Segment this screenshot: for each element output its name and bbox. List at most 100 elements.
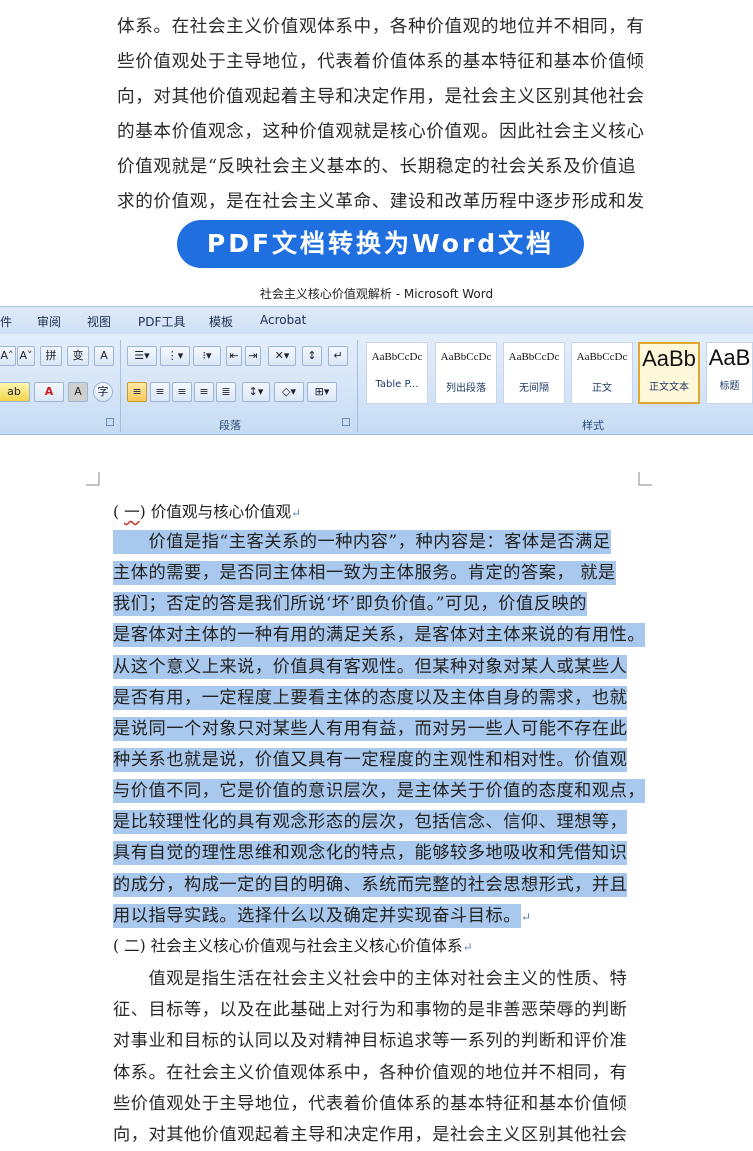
margin-corner-mark [638, 472, 652, 486]
shading-button[interactable]: ◇▾ [274, 382, 304, 402]
tab-acrobat[interactable]: Acrobat [260, 313, 306, 327]
selected-text: 的成分，构成一定的目的明确、系统而完整的社会思想形式，并且 [113, 872, 628, 897]
excerpt-line: 的基本价值观念，这种价值观就是核心价值观。因此社会主义核心 [117, 122, 645, 142]
selected-text: 是说同一个对象只对某些人有用有益，而对另一些人可能不存在此 [113, 716, 628, 741]
excerpt-line: 体系。在社会主义价值观体系中，各种价值观的地位并不相同，有 [117, 17, 645, 37]
style-name: 标题 [719, 381, 740, 392]
style-name: 正文文本 [649, 382, 689, 393]
text-line: 从这个意义上来说，价值具有客观性。但某种对象对某人或某些人 [113, 652, 648, 683]
window-title: 社会主义核心价值观解析 - Microsoft Word [0, 282, 753, 306]
tab-view[interactable]: 视图 [87, 313, 111, 330]
increase-indent-button[interactable]: ⇥ [245, 346, 261, 366]
style-sample: AaB [708, 345, 751, 370]
ribbon-tab-bar: 件 审阅 视图 PDF工具 模板 Acrobat [0, 306, 753, 334]
paragraph-mark-icon: ↵ [520, 909, 532, 924]
selected-text: 与价值不同，它是价值的意识层次，是主体关于价值的态度和观点， [113, 779, 646, 804]
heading-text: ) 价值观与核心价值观 [139, 503, 292, 521]
text-line: 些价值观处于主导地位，代表着价值体系的基本特征和基本价值倾 [113, 1093, 628, 1114]
enclose-characters-button[interactable]: 字 [93, 382, 113, 402]
font-color-button[interactable]: A [34, 382, 64, 402]
heading-text: ( 二) 社会主义核心价值观与社会主义核心价值体系 [113, 937, 463, 955]
excerpt-line: 些价值观处于主导地位，代表着价值体系的基本特征和基本价值倾 [117, 52, 645, 72]
section-heading-1: ( 一) 价值观与核心价值观↵ [113, 500, 301, 522]
text-line: 的成分，构成一定的目的明确、系统而完整的社会思想形式，并且 [113, 870, 648, 901]
style-name: 列出段落 [446, 383, 486, 394]
style-table-paragraph[interactable]: AaBbCcDc Table P... [366, 342, 428, 404]
margin-corner-mark [86, 472, 100, 486]
distributed-button[interactable]: ≣ [216, 382, 236, 402]
selected-text: 种关系也就是说，价值又具有一定程度的主观性和相对性。价值观 [113, 747, 628, 772]
phonetic-guide-button[interactable]: 拼 [40, 346, 62, 366]
text-line: 值观是指生活在社会主义社会中的主体对社会主义的性质、特 [113, 969, 628, 989]
multilevel-list-button[interactable]: ⁝▾ [193, 346, 221, 366]
style-name: 无间隔 [519, 383, 549, 394]
style-no-spacing[interactable]: AaBbCcDc 无间隔 [503, 342, 565, 404]
body-paragraph[interactable]: 值观是指生活在社会主义社会中的主体对社会主义的性质、特 征、目标等，以及在此基础… [113, 964, 648, 1151]
top-document-excerpt: 体系。在社会主义价值观体系中，各种价值观的地位并不相同，有 些价值观处于主导地位… [117, 10, 645, 220]
selected-text: 我们；否定的答是我们所说‘坏’即负价值。”可见，价值反映的 [113, 592, 587, 617]
justify-button[interactable]: ≡ [194, 382, 214, 402]
tab-template[interactable]: 模板 [209, 313, 233, 330]
style-heading[interactable]: AaB 标题 [706, 342, 753, 404]
show-marks-button[interactable]: ↵ [328, 346, 348, 366]
text-line: 是比较理性化的具有观念形态的层次，包括信念、信仰、理想等， [113, 807, 648, 838]
paragraph-dialog-launcher[interactable] [342, 418, 350, 426]
line-spacing-button[interactable]: ↕▾ [242, 382, 270, 402]
selected-text: 是比较理性化的具有观念形态的层次，包括信念、信仰、理想等， [113, 810, 628, 835]
selected-text: 主体的需要，是否同主体相一致为主体服务。肯定的答案， 就是 [113, 561, 616, 586]
selected-text: 从这个意义上来说，价值具有客观性。但某种对象对某人或某些人 [113, 654, 628, 679]
selected-text: 价值是指“主客关系的一种内容”，种内容是：客体是否满足 [113, 530, 611, 554]
style-name: 正文 [592, 383, 612, 394]
shrink-font-button[interactable]: A˅ [17, 346, 35, 366]
bullets-button[interactable]: ☰▾ [127, 346, 157, 366]
heading-paren: ( [113, 503, 120, 521]
text-line: 是否有用，一定程度上要看主体的态度以及主体自身的需求，也就 [113, 683, 648, 714]
highlight-color-button[interactable]: ab [0, 382, 30, 402]
borders-button[interactable]: ⊞▾ [307, 382, 337, 402]
style-sample: AaBbCcDc [576, 351, 628, 363]
style-sample: AaBbCcDc [508, 351, 560, 363]
excerpt-line: 向，对其他价值观起着主导和决定作用，是社会主义区别其他社会 [117, 87, 645, 107]
style-normal[interactable]: AaBbCcDc 正文 [571, 342, 633, 404]
document-page[interactable]: ( 一) 价值观与核心价值观↵ 价值是指“主客关系的一种内容”，种内容是：客体是… [0, 436, 753, 1151]
group-separator [357, 340, 358, 432]
text-line: 用以指导实践。选择什么以及确定并实现奋斗目标。↵ [113, 901, 648, 932]
grow-font-button[interactable]: A˄ [0, 346, 16, 366]
change-case-button[interactable]: 变 [67, 346, 89, 366]
align-left-button[interactable]: ≡ [127, 382, 147, 402]
numbering-button[interactable]: ⋮▾ [160, 346, 190, 366]
character-border-button[interactable]: A [94, 346, 114, 366]
selected-text: 是否有用，一定程度上要看主体的态度以及主体自身的需求，也就 [113, 685, 628, 710]
character-shading-button[interactable]: A [68, 382, 88, 402]
text-line: 种关系也就是说，价值又具有一定程度的主观性和相对性。价值观 [113, 745, 648, 776]
text-line: 我们；否定的答是我们所说‘坏’即负价值。”可见，价值反映的 [113, 589, 648, 620]
font-dialog-launcher[interactable] [106, 418, 114, 426]
excerpt-line: 求的价值观，是在社会主义革命、建设和改革历程中逐步形成和发 [117, 192, 645, 212]
decrease-indent-button[interactable]: ⇤ [226, 346, 242, 366]
paragraph-mark-icon: ↵ [291, 506, 302, 520]
align-center-button[interactable]: ≡ [150, 382, 170, 402]
tab-file[interactable]: 件 [0, 313, 12, 330]
sort-button[interactable]: ↕ [302, 346, 322, 366]
ribbon: A˄ A˅ 拼 变 A ab A A 字 ☰▾ ⋮▾ ⁝▾ ⇤ ⇥ ✕▾ ↕ ↵… [0, 334, 753, 435]
heading-number: 一 [124, 503, 140, 521]
conversion-banner: PDF文档转换为Word文档 [177, 220, 584, 268]
text-line: 价值是指“主客关系的一种内容”，种内容是：客体是否满足 [113, 527, 648, 558]
text-line: 征、目标等，以及在此基础上对行为和事物的是非善恶荣辱的判断 [113, 1000, 628, 1021]
text-line: 是客体对主体的一种有用的满足关系，是客体对主体来说的有用性。 [113, 620, 648, 651]
text-line: 体系。在社会主义价值观体系中，各种价值观的地位并不相同，有 [113, 1062, 628, 1083]
style-list-paragraph[interactable]: AaBbCcDc 列出段落 [435, 342, 497, 404]
styles-group-label: 样式 [582, 419, 604, 432]
selected-text: 用以指导实践。选择什么以及确定并实现奋斗目标。 [113, 903, 521, 928]
text-line: 主体的需要，是否同主体相一致为主体服务。肯定的答案， 就是 [113, 558, 648, 589]
selected-paragraph[interactable]: 价值是指“主客关系的一种内容”，种内容是：客体是否满足 主体的需要，是否同主体相… [113, 527, 648, 932]
tab-review[interactable]: 审阅 [37, 313, 61, 330]
excerpt-line: 价值观就是“反映社会主义基本的、长期稳定的社会关系及价值追 [117, 157, 637, 177]
align-right-button[interactable]: ≡ [172, 382, 192, 402]
style-body-text[interactable]: AaBb 正文文本 [638, 342, 700, 404]
chinese-layout-button[interactable]: ✕▾ [268, 346, 296, 366]
paragraph-mark-icon: ↵ [462, 940, 473, 954]
paragraph-group-label: 段落 [219, 419, 241, 432]
text-line: 对事业和目标的认同以及对精神目标追求等一系列的判断和评价准 [113, 1031, 628, 1052]
tab-pdf-tools[interactable]: PDF工具 [138, 313, 185, 330]
